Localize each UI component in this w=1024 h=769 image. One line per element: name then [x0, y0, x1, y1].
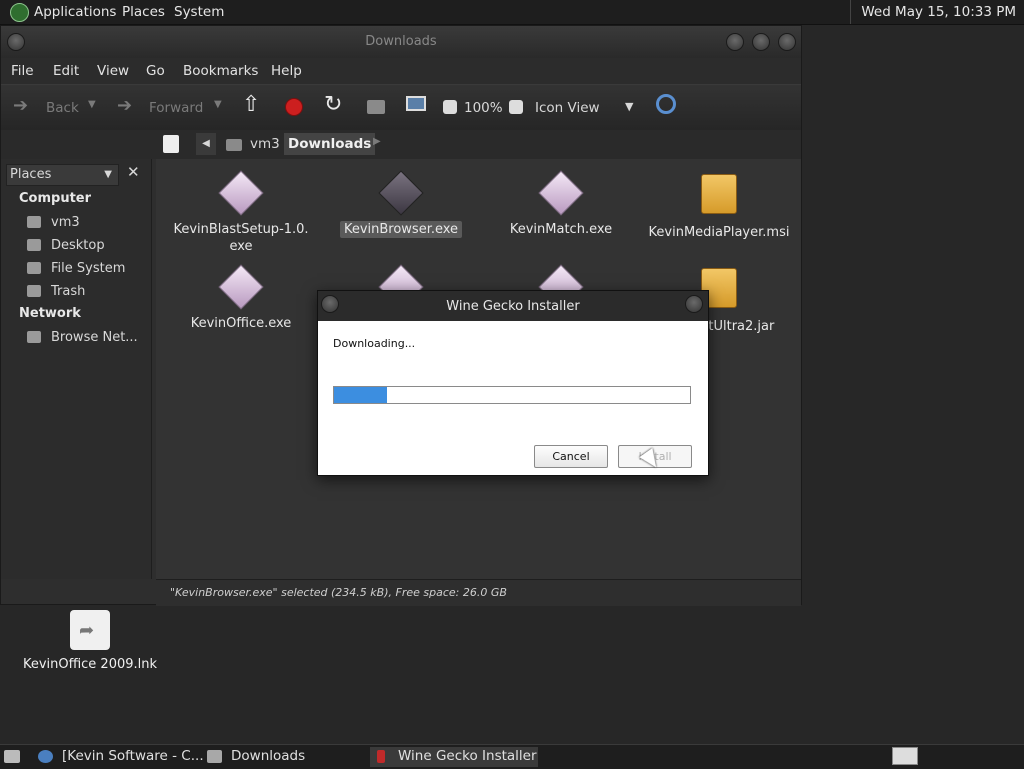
home-folder-icon[interactable]: [367, 100, 385, 114]
sidebar-section-network: Network: [19, 306, 81, 321]
task-browser[interactable]: [Kevin Software - C...: [38, 747, 204, 767]
folder-icon: [207, 750, 222, 763]
zoom-in-icon[interactable]: [509, 100, 523, 114]
places-selector[interactable]: Places ▼: [6, 164, 119, 186]
dialog-close-button[interactable]: [685, 295, 703, 313]
file-item-selected[interactable]: KevinBrowser.exe: [326, 170, 476, 238]
status-text: "KevinBrowser.exe" selected (234.5 kB), …: [170, 586, 507, 599]
location-bar: ◀ vm3 Downloads ▶: [1, 130, 801, 159]
file-item[interactable]: KevinOffice.exe: [166, 264, 316, 332]
cancel-button[interactable]: Cancel: [534, 445, 608, 468]
forward-history-icon[interactable]: ▼: [214, 99, 222, 110]
view-mode-dropdown-icon[interactable]: ▼: [625, 100, 633, 113]
package-gem-icon: [378, 170, 424, 216]
taskbar: [Kevin Software - C... Downloads Wine Ge…: [0, 744, 1024, 769]
menu-bookmarks[interactable]: Bookmarks: [183, 63, 258, 79]
close-button[interactable]: [778, 33, 796, 51]
up-arrow-icon[interactable]: ⇧: [242, 92, 260, 117]
progress-fill: [334, 387, 388, 403]
file-name: KevinBrowser.exe: [339, 221, 463, 238]
toolbar: ➔ Back ▼ ➔ Forward ▼ ⇧ ↻ 100% Icon View …: [1, 84, 801, 131]
sidebar-item-label: Desktop: [51, 238, 105, 253]
task-downloads[interactable]: Downloads: [207, 747, 357, 767]
sidebar-item-label: File System: [51, 261, 126, 276]
back-button[interactable]: Back: [46, 100, 79, 116]
forward-arrow-icon: ➔: [117, 95, 133, 116]
search-icon[interactable]: [656, 94, 676, 114]
desktop-shortcut[interactable]: ➦ KevinOffice 2009.lnk: [20, 610, 160, 672]
package-gem-icon: [218, 264, 264, 310]
package-gem-icon: [218, 170, 264, 216]
browser-icon: [38, 750, 53, 763]
package-gem-icon: [538, 170, 584, 216]
window-title: Downloads: [365, 34, 437, 49]
sidebar-section-computer: Computer: [19, 191, 92, 206]
computer-icon[interactable]: [406, 96, 426, 111]
zoom-level[interactable]: 100%: [464, 100, 503, 116]
sidebar-item-label: vm3: [51, 215, 80, 230]
file-item[interactable]: KevinBlastSetup-1.0. exe: [166, 170, 316, 255]
task-wine-gecko[interactable]: Wine Gecko Installer: [370, 747, 538, 767]
sidebar: Places ▼ ✕ Computer vm3 Desktop File Sys…: [1, 159, 152, 579]
edit-location-icon[interactable]: [163, 135, 179, 153]
shortcut-icon: ➦: [70, 610, 110, 650]
dialog-title: Wine Gecko Installer: [446, 299, 580, 314]
menubar: File Edit View Go Bookmarks Help: [1, 58, 801, 84]
view-mode-select[interactable]: Icon View: [535, 100, 600, 116]
reload-icon[interactable]: ↻: [324, 92, 342, 117]
file-name: KevinMatch.exe: [509, 222, 613, 237]
path-downloads[interactable]: Downloads: [284, 133, 376, 155]
minimize-button[interactable]: [726, 33, 744, 51]
places-dropdown-icon: ▼: [104, 169, 112, 180]
task-label: [Kevin Software - C...: [62, 748, 204, 764]
zoom-out-icon[interactable]: [443, 100, 457, 114]
dialog-message: Downloading...: [333, 337, 416, 350]
file-name: KevinMediaPlayer.msi: [648, 225, 790, 240]
stop-icon[interactable]: [285, 98, 303, 116]
file-name: KevinBlastSetup-1.0. exe: [173, 222, 309, 254]
show-desktop-icon[interactable]: [4, 750, 20, 763]
menu-places[interactable]: Places: [122, 4, 165, 20]
file-name: KevinOffice.exe: [190, 316, 292, 331]
shortcut-label: KevinOffice 2009.lnk: [22, 657, 158, 672]
back-history-icon[interactable]: ▼: [88, 99, 96, 110]
wine-glass-icon: [377, 750, 385, 763]
menu-view[interactable]: View: [97, 63, 129, 79]
archive-box-icon: [701, 174, 737, 214]
back-arrow-icon: ➔: [13, 95, 29, 116]
task-label: Downloads: [231, 748, 306, 764]
sidebar-item-label: Trash: [51, 284, 86, 299]
menu-applications[interactable]: Applications: [34, 4, 116, 20]
file-item[interactable]: KevinMatch.exe: [486, 170, 636, 238]
workspace-switcher-icon[interactable]: [892, 747, 918, 765]
places-selector-label: Places: [10, 167, 52, 182]
path-home-icon: [226, 139, 242, 151]
network-icon: [27, 331, 41, 343]
window-titlebar[interactable]: Downloads: [1, 26, 801, 58]
menu-go[interactable]: Go: [146, 63, 165, 79]
path-vm3[interactable]: vm3: [250, 136, 280, 152]
menu-edit[interactable]: Edit: [53, 63, 79, 79]
menu-file[interactable]: File: [11, 63, 34, 79]
desktop-icon: [27, 239, 41, 251]
home-icon: [27, 216, 41, 228]
forward-button[interactable]: Forward: [149, 100, 203, 116]
download-progress-bar: [333, 386, 691, 404]
maximize-button[interactable]: [752, 33, 770, 51]
task-label: Wine Gecko Installer: [398, 748, 537, 764]
status-bar: "KevinBrowser.exe" selected (234.5 kB), …: [156, 579, 801, 606]
os-logo-icon[interactable]: [10, 3, 29, 22]
sidebar-close-icon[interactable]: ✕: [127, 163, 140, 181]
top-panel: Applications Places System Wed May 15, 1…: [0, 0, 1024, 25]
clock[interactable]: Wed May 15, 10:33 PM: [850, 0, 1024, 24]
menu-help[interactable]: Help: [271, 63, 302, 79]
drive-icon: [27, 262, 41, 274]
menu-system[interactable]: System: [174, 4, 224, 20]
trash-icon: [27, 285, 41, 297]
file-item[interactable]: KevinMediaPlayer.msi: [644, 174, 794, 241]
path-back-icon[interactable]: ◀: [196, 133, 216, 155]
sidebar-item-label: Browse Net...: [51, 330, 138, 345]
path-forward-icon[interactable]: ▶: [373, 136, 381, 147]
